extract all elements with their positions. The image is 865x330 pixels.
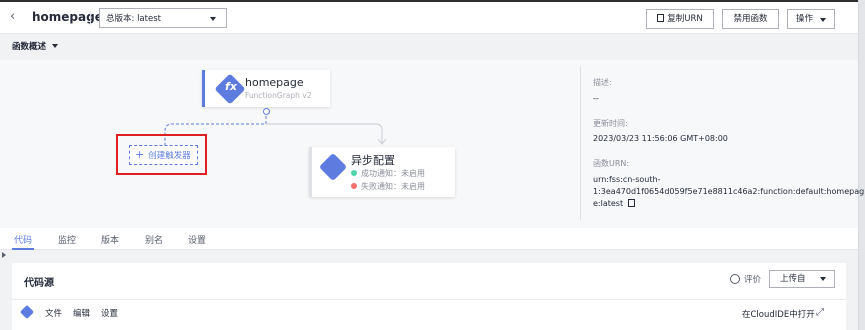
upload-label: 上传自 (780, 274, 806, 284)
create-trigger-label: 创建触发器 (148, 151, 191, 161)
disable-function-label: 禁用函数 (733, 14, 768, 24)
header-divider (90, 11, 91, 25)
menu-edit[interactable]: 编辑 (73, 307, 90, 319)
create-trigger-button[interactable]: + 创建触发器 (129, 145, 198, 165)
copy-urn-button[interactable]: 复制URN (646, 9, 714, 29)
expand-side-panel-icon[interactable] (2, 252, 6, 258)
tab-settings[interactable]: 设置 (188, 233, 206, 246)
updated-time-label: 更新时间: (593, 119, 628, 128)
page-title: homepage (32, 10, 103, 24)
success-notification-status: 成功通知：未启用 (351, 168, 425, 179)
function-output-port (263, 108, 270, 115)
disable-function-button[interactable]: 禁用函数 (722, 9, 779, 29)
function-node-name: homepage (245, 76, 304, 89)
urn-line-2: 1:3ea470d1f0654d059f5e71e8811c46a2:funct… (593, 187, 865, 196)
fx-glyph-icon: fx (225, 80, 237, 93)
async-config-node[interactable]: 异步配置 成功通知：未启用 失败通知：未启用 (309, 147, 455, 197)
function-node[interactable]: fx homepage FunctionGraph v2 (202, 70, 330, 107)
active-tab-indicator (12, 248, 34, 250)
version-select-value: 总版本: latest (106, 14, 161, 24)
caret-down-icon (820, 18, 826, 22)
version-select[interactable]: 总版本: latest (99, 8, 227, 28)
tab-bar: 代码 监控 版本 别名 设置 (0, 228, 858, 250)
info-divider (580, 66, 581, 220)
urn-label: 函数URN: (593, 159, 630, 168)
overview-toggle[interactable]: 函数概述 (12, 40, 46, 52)
fullscreen-expand-icon[interactable]: ⤢ (816, 307, 824, 318)
urn-line-3-row: e:latest (593, 198, 636, 210)
menu-file[interactable]: 文件 (45, 307, 62, 319)
page-header: ‹ homepage 总版本: latest 复制URN 禁用函数 操作 (0, 2, 858, 34)
code-source-title: 代码源 (24, 278, 54, 289)
caret-down-icon (820, 277, 826, 281)
tab-monitor[interactable]: 监控 (58, 233, 76, 246)
plus-icon: + (135, 148, 145, 161)
function-node-subtitle: FunctionGraph v2 (245, 91, 312, 100)
code-source-panel: 代码源 评价 上传自 文件 编辑 设置 在CloudIDE中打开 ⤢ (12, 263, 846, 330)
code-panel-divider (12, 299, 846, 300)
caret-down-icon (210, 17, 216, 21)
operations-dropdown[interactable]: 操作 (787, 9, 835, 29)
urn-line-1: urn:fss:cn-south- (593, 175, 661, 184)
async-config-icon (318, 152, 348, 182)
chevron-left-icon[interactable]: ‹ (10, 10, 24, 24)
failure-notification-text: 失败通知：未启用 (361, 182, 425, 191)
right-scroll-rail[interactable] (858, 0, 865, 330)
rate-label: 评价 (744, 275, 762, 285)
smile-icon (730, 274, 740, 284)
operations-label: 操作 (796, 14, 814, 24)
menu-settings[interactable]: 设置 (101, 307, 118, 319)
copy-urn-label: 复制URN (667, 14, 703, 24)
success-notification-text: 成功通知：未启用 (361, 169, 425, 178)
failure-notification-status: 失败通知：未启用 (351, 181, 425, 192)
open-in-cloudide-link[interactable]: 在CloudIDE中打开 (742, 308, 815, 320)
tab-aliases[interactable]: 别名 (145, 233, 163, 246)
tab-versions[interactable]: 版本 (101, 233, 119, 246)
tab-code[interactable]: 代码 (14, 233, 32, 246)
copy-icon[interactable] (628, 199, 636, 207)
caret-down-icon[interactable] (52, 44, 58, 48)
cloudide-logo-icon (19, 304, 35, 320)
async-config-title: 异步配置 (351, 154, 395, 167)
description-value: -- (593, 94, 599, 103)
urn-line-3: e:latest (593, 199, 624, 208)
description-label: 描述: (593, 78, 612, 87)
status-dot-icon (351, 170, 357, 176)
rate-button[interactable]: 评价 (730, 273, 761, 285)
copy-icon (657, 14, 665, 22)
updated-time-value: 2023/03/23 11:56:06 GMT+08:00 (593, 134, 728, 143)
upload-from-dropdown[interactable]: 上传自 (769, 270, 835, 288)
status-dot-icon (351, 183, 357, 189)
